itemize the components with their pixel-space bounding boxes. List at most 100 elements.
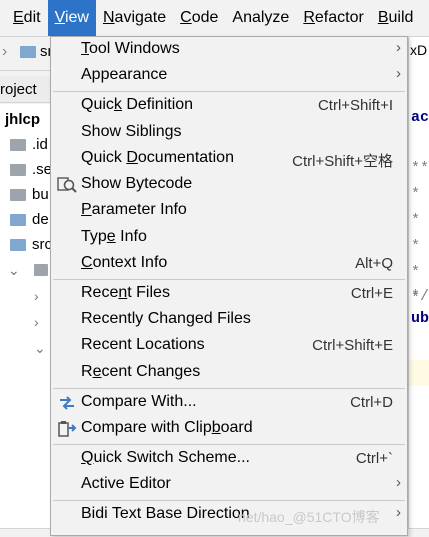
menu-item-type-info[interactable]: Type Info: [51, 225, 407, 251]
editor-area[interactable]: xD ac ** * * * * * */ ub: [408, 37, 429, 536]
menu-item-shortcut: Alt+Q: [355, 255, 393, 272]
menu-item-shortcut: Ctrl+`: [355, 450, 393, 467]
menu-item-show-bytecode[interactable]: Show Bytecode: [51, 172, 407, 198]
code-line: *: [411, 212, 421, 229]
menu-item-label: Show Siblings: [81, 123, 182, 140]
menu-item-quick-definition[interactable]: Quick Definition Ctrl+Shift+I: [51, 93, 407, 119]
project-tree: jhlcp .id .se bu de src ⌄ › › ⌄: [0, 104, 52, 536]
code-line: ub: [411, 310, 429, 327]
compare-arrows-icon: [57, 394, 77, 412]
menu-bar: Edit View Navigate Code Analyze Refactor…: [0, 0, 429, 37]
menu-item-context-info[interactable]: Context Info Alt+Q: [51, 251, 407, 277]
code-line: *: [411, 238, 421, 255]
menu-item-shortcut: Ctrl+E: [350, 285, 393, 302]
folder-icon: [10, 239, 26, 251]
code-line: */: [411, 288, 429, 305]
view-menu-dropdown: Tool Windows › Appearance › Quick Defini…: [50, 36, 408, 536]
menu-item-show-siblings[interactable]: Show Siblings: [51, 120, 407, 146]
menu-separator: [53, 91, 405, 92]
tree-item-label: .id: [32, 136, 48, 153]
code-line: *: [411, 264, 421, 281]
chevron-right-icon: ›: [396, 39, 401, 56]
chevron-right-icon: ›: [34, 314, 39, 330]
menu-item-shortcut: Ctrl+Shift+E: [312, 337, 393, 354]
menu-item-label: Recent Changes: [81, 363, 201, 380]
menu-item-label: Appearance: [81, 66, 168, 83]
menu-item-recent-files[interactable]: Recent Files Ctrl+E: [51, 281, 407, 307]
editor-tab[interactable]: xD: [410, 42, 427, 58]
folder-icon: [10, 139, 26, 151]
menu-item-shortcut: Ctrl+Shift+I: [317, 97, 393, 114]
menu-item-parameter-info[interactable]: Parameter Info: [51, 198, 407, 224]
tree-item[interactable]: ›: [0, 310, 52, 334]
folder-icon: [10, 214, 26, 226]
menu-item-shortcut: Ctrl+Shift+空格: [292, 153, 393, 170]
menu-item-compare-with-clipboard[interactable]: Compare with Clipboard: [51, 416, 407, 442]
code-line: ac: [411, 109, 429, 126]
menu-item-label: Type Info: [81, 228, 147, 245]
chevron-right-icon: ›: [2, 43, 8, 60]
current-line-highlight: [409, 360, 429, 386]
menu-separator: [53, 279, 405, 280]
menu-item-label: Bidi Text Base Direction: [81, 505, 250, 522]
menu-analyze[interactable]: Analyze: [225, 0, 296, 36]
menu-item-label: Compare with Clipboard: [81, 419, 253, 436]
folder-icon: [10, 164, 26, 176]
menu-item-recently-changed-files[interactable]: Recently Changed Files: [51, 307, 407, 333]
menu-separator: [53, 500, 405, 501]
menu-code[interactable]: Code: [173, 0, 225, 36]
menu-view[interactable]: View: [47, 0, 96, 36]
tree-item[interactable]: ⌄: [0, 336, 52, 360]
menu-item-label: Recent Locations: [81, 336, 205, 353]
clipboard-compare-icon: [57, 420, 77, 438]
tree-item-label: src: [32, 236, 52, 253]
chevron-down-icon: ⌄: [8, 262, 20, 278]
menu-item-recent-locations[interactable]: Recent Locations Ctrl+Shift+E: [51, 333, 407, 359]
menu-item-label: Tool Windows: [81, 40, 180, 57]
menu-item-active-editor[interactable]: Active Editor ›: [51, 472, 407, 498]
menu-item-tool-windows[interactable]: Tool Windows ›: [51, 37, 407, 63]
tree-item[interactable]: ⌄: [0, 258, 52, 282]
menu-item-compare-with[interactable]: Compare With... Ctrl+D: [51, 390, 407, 416]
menu-item-quick-switch-scheme[interactable]: Quick Switch Scheme... Ctrl+`: [51, 446, 407, 472]
folder-icon: [34, 264, 48, 276]
menu-edit[interactable]: Edit: [0, 0, 48, 36]
tree-item[interactable]: .id: [0, 133, 52, 157]
folder-icon: [10, 189, 26, 201]
menu-navigate[interactable]: Navigate: [96, 0, 173, 36]
menu-build[interactable]: Build: [371, 0, 421, 36]
tree-item-label: .se: [32, 161, 53, 178]
menu-item-shortcut: Ctrl+D: [350, 394, 393, 411]
menu-separator: [53, 444, 405, 445]
menu-item-quick-documentation[interactable]: Quick Documentation Ctrl+Shift+空格: [51, 146, 407, 172]
tree-item[interactable]: bu: [0, 183, 52, 207]
menu-refactor[interactable]: Refactor: [296, 0, 370, 36]
menu-item-label: Parameter Info: [81, 201, 187, 218]
menu-item-label: Quick Switch Scheme...: [81, 449, 250, 466]
menu-item-appearance[interactable]: Appearance ›: [51, 63, 407, 89]
menu-item-label: Show Bytecode: [81, 175, 193, 192]
menu-item-label: Recent Files: [81, 284, 170, 301]
chevron-right-icon: ›: [396, 474, 401, 491]
menu-item-label: Compare With...: [81, 393, 197, 410]
menu-separator: [53, 388, 405, 389]
chevron-right-icon: ›: [396, 65, 401, 82]
chevron-right-icon: ›: [34, 288, 39, 304]
chevron-right-icon: ›: [396, 504, 401, 521]
project-tab-label: roject: [0, 81, 37, 98]
menu-item-recent-changes[interactable]: Recent Changes: [51, 360, 407, 386]
tree-item-label: de: [32, 211, 49, 228]
menu-item-label: Recently Changed Files: [81, 310, 251, 327]
menu-item-label: Active Editor: [81, 475, 171, 492]
tree-item[interactable]: .se: [0, 158, 52, 182]
tree-item[interactable]: ›: [0, 284, 52, 308]
menu-item-label: Quick Definition: [81, 96, 194, 113]
bytecode-icon: [57, 176, 77, 194]
tree-item-label: bu: [32, 186, 49, 203]
project-tab[interactable]: roject: [0, 76, 52, 103]
tree-item[interactable]: src: [0, 233, 52, 257]
watermark-text: net/hao_@51CTO博客: [238, 509, 380, 525]
folder-icon: [20, 46, 36, 58]
tree-item[interactable]: de: [0, 208, 52, 232]
code-line: *: [411, 186, 421, 203]
